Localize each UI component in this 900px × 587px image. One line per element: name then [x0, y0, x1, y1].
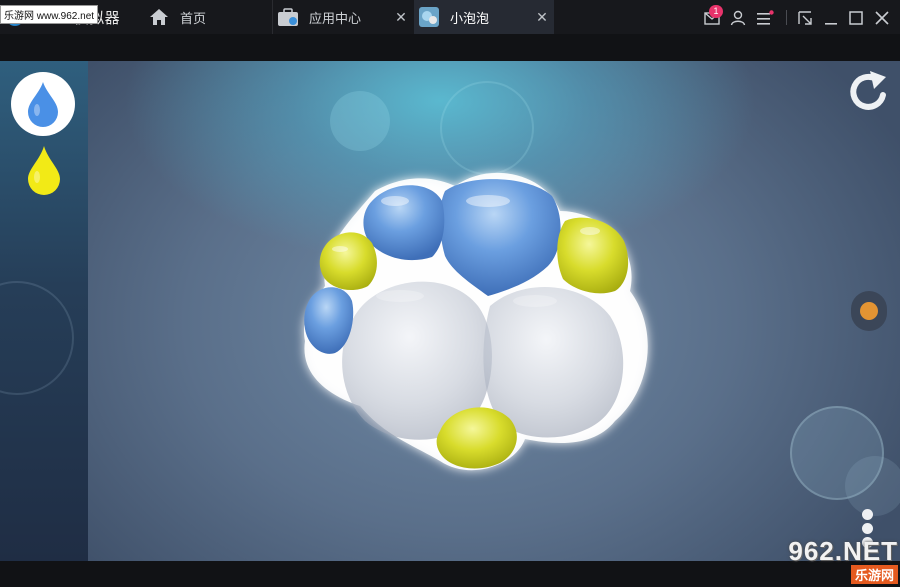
game-viewport[interactable] — [0, 61, 900, 561]
tab-game[interactable]: 小泡泡 ✕ — [414, 0, 554, 34]
side-action-button[interactable] — [851, 291, 887, 331]
tab-close-icon[interactable]: ✕ — [534, 9, 550, 25]
game-icon — [418, 6, 440, 28]
menu-icon[interactable] — [755, 8, 775, 28]
watermark-small: 乐游网 — [850, 565, 898, 584]
bubble-cluster[interactable] — [0, 61, 900, 561]
shrink-icon[interactable] — [795, 8, 815, 28]
orange-dot-icon — [860, 302, 878, 320]
toolbar-divider — [786, 10, 787, 25]
app-center-icon — [277, 6, 299, 28]
tab-app-center[interactable]: 应用中心 ✕ — [272, 0, 413, 34]
watermark-top: 乐游网 www.962.net — [0, 5, 99, 24]
yellow-bubble[interactable] — [319, 232, 377, 291]
maximize-icon[interactable] — [846, 8, 866, 28]
tab-label: 小泡泡 — [450, 10, 490, 26]
minimize-icon[interactable] — [821, 8, 841, 28]
watermark-bottom: 962.NET 乐游网 — [758, 535, 898, 585]
tab-home[interactable]: 首页 — [144, 0, 268, 34]
menu-dot — [862, 509, 873, 520]
message-badge: 1 — [709, 5, 723, 18]
menu-dot — [862, 523, 873, 534]
home-icon — [148, 6, 170, 28]
title-bar: MuMu模拟器 乐游网 www.962.net 首页 应用中心 ✕ 小泡泡 ✕ … — [0, 0, 900, 34]
emulator-toolbar — [0, 34, 900, 61]
tab-label: 首页 — [180, 10, 207, 26]
tab-label: 应用中心 — [309, 10, 362, 26]
watermark-big: 962.NET — [788, 536, 898, 566]
user-icon[interactable] — [728, 8, 748, 28]
close-icon[interactable] — [872, 8, 892, 28]
tab-close-icon[interactable]: ✕ — [393, 9, 409, 25]
